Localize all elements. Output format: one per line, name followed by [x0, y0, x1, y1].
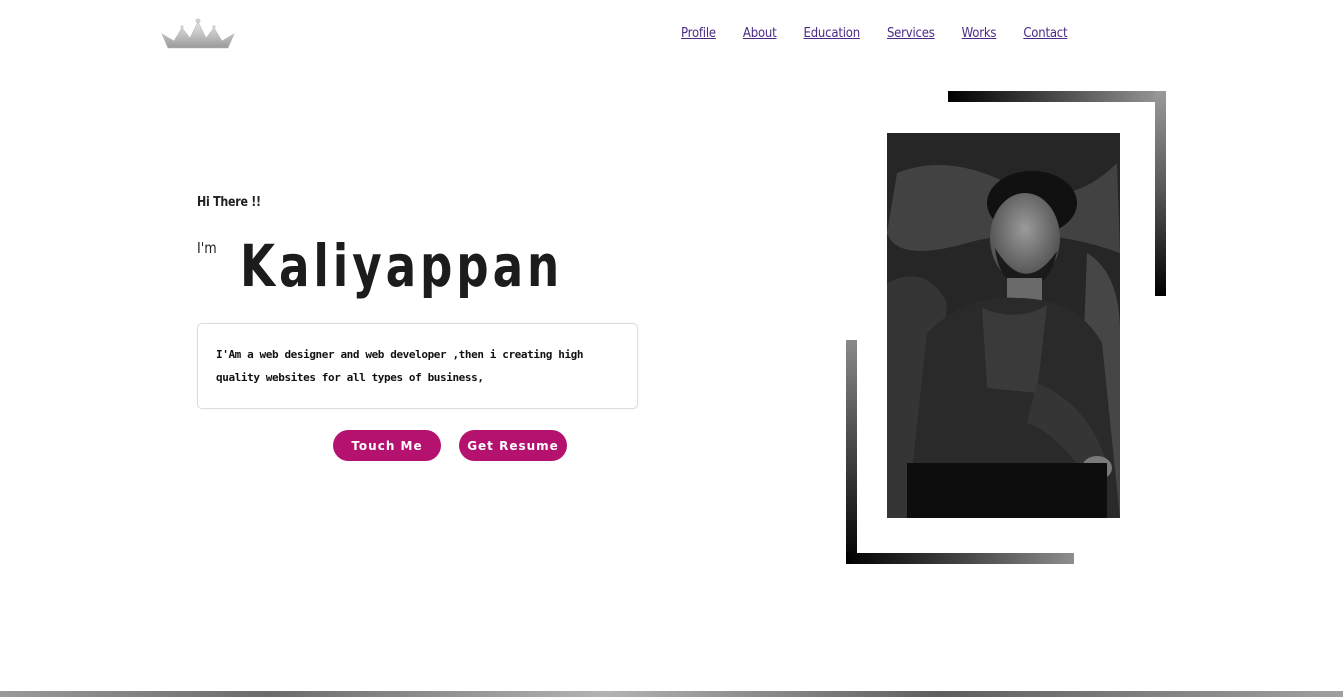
- nav-link-contact[interactable]: Contact: [1023, 26, 1067, 41]
- nav-link-about[interactable]: About: [743, 26, 777, 41]
- im-prefix: I'm: [197, 239, 217, 257]
- frame-bottom-left-horizontal: [846, 553, 1074, 564]
- greeting-text: Hi There !!: [197, 195, 261, 210]
- nav-link-works[interactable]: Works: [962, 26, 997, 41]
- nav-link-profile[interactable]: Profile: [681, 26, 716, 41]
- frame-bottom-left-vertical: [846, 340, 857, 564]
- crown-logo-icon[interactable]: [160, 16, 236, 50]
- bio-box: I'Am a web designer and web developer ,t…: [197, 323, 638, 409]
- bio-text: I'Am a web designer and web developer ,t…: [216, 348, 584, 384]
- get-resume-button[interactable]: Get Resume: [459, 430, 567, 461]
- nav-link-education[interactable]: Education: [804, 26, 861, 41]
- frame-top-right-vertical: [1155, 91, 1166, 296]
- hero-name: Kaliyappan: [240, 232, 564, 300]
- profile-photo: [887, 133, 1120, 518]
- main-nav: Profile About Education Services Works C…: [681, 26, 1068, 41]
- bottom-edge: [0, 691, 1343, 697]
- nav-link-services[interactable]: Services: [887, 26, 935, 41]
- touch-me-button[interactable]: Touch Me: [333, 430, 441, 461]
- frame-top-right-horizontal: [948, 91, 1166, 102]
